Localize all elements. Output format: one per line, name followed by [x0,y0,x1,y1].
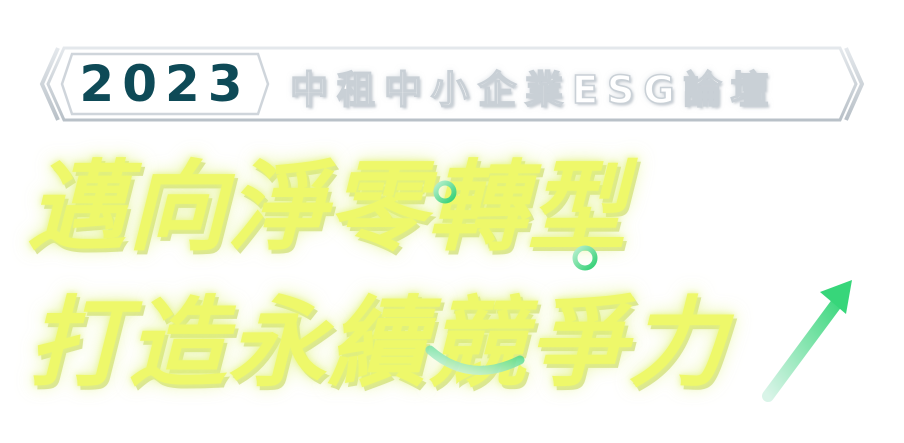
headline-line-1: 邁向淨零轉型 [28,151,629,265]
esg-forum-banner: 2023 中租中小企業ESG論壇 邁向淨零轉型 打造永續競爭力 [0,0,904,443]
forum-title: 中租中小企業ESG論壇 [289,67,778,113]
forum-year: 2023 [79,55,251,113]
headline-line-2: 打造永續競爭力 [28,287,729,401]
